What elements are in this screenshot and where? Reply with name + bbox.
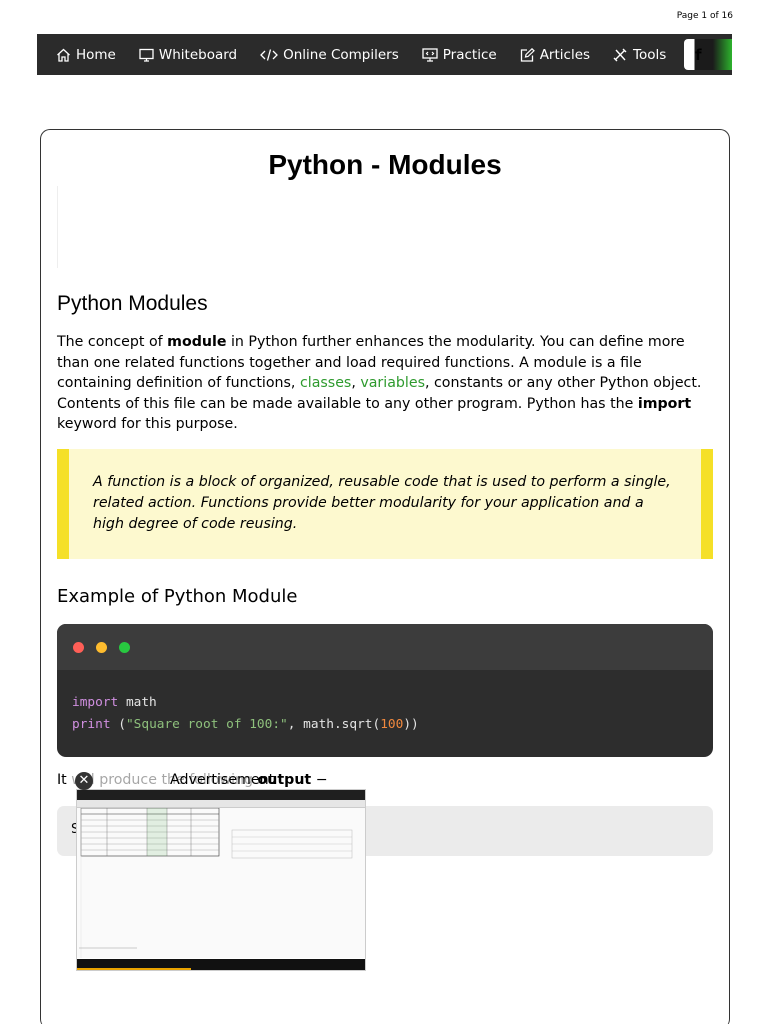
code-text: )) bbox=[403, 716, 419, 732]
section-heading-python-modules: Python Modules bbox=[57, 292, 208, 315]
ad-progress-bar[interactable] bbox=[77, 959, 365, 970]
code-string: "Square root of 100:" bbox=[125, 716, 288, 732]
spreadsheet-preview-image bbox=[77, 807, 365, 958]
output-intro-text: It bbox=[57, 772, 72, 788]
code-text: math bbox=[118, 695, 157, 710]
section-heading-example: Example of Python Module bbox=[57, 586, 298, 607]
ad-progress-fill bbox=[77, 968, 191, 970]
nav-online-compilers[interactable]: Online Compilers bbox=[260, 47, 399, 63]
output-intro: It will produce the following output − A… bbox=[57, 772, 328, 788]
import-term: import bbox=[637, 395, 692, 412]
video-ad-overlay[interactable] bbox=[76, 789, 366, 971]
nav-practice[interactable]: Practice bbox=[422, 47, 497, 63]
para-text: , bbox=[351, 375, 361, 392]
facebook-icon: f bbox=[695, 45, 702, 64]
code-line-1: import math bbox=[72, 692, 698, 714]
close-icon[interactable]: ✕ bbox=[75, 772, 93, 790]
code-content[interactable]: import math print ("Square root of 100:"… bbox=[57, 670, 713, 757]
nav-compilers-label: Online Compilers bbox=[283, 46, 399, 63]
para-text: keyword for this purpose. bbox=[57, 416, 238, 433]
red-dot-icon bbox=[73, 641, 84, 653]
code-number: 100 bbox=[380, 716, 404, 732]
page-number: Page 1 of 16 bbox=[676, 11, 733, 21]
code-block-header bbox=[57, 624, 713, 670]
ad-label: Advertisement bbox=[170, 772, 275, 788]
home-icon bbox=[57, 48, 70, 62]
intro-paragraph: The concept of module in Python further … bbox=[57, 332, 713, 435]
ad-toolbar bbox=[77, 800, 365, 808]
code-line-2: print ("Square root of 100:", math.sqrt(… bbox=[72, 714, 698, 736]
classes-link[interactable]: classes bbox=[300, 375, 351, 391]
function-note-callout: A function is a block of organized, reus… bbox=[57, 449, 713, 559]
nav-whiteboard[interactable]: Whiteboard bbox=[139, 47, 237, 63]
tools-icon bbox=[613, 48, 627, 61]
code-keyword: import bbox=[72, 695, 119, 710]
nav-practice-label: Practice bbox=[442, 46, 497, 63]
yellow-dot-icon bbox=[96, 641, 107, 653]
top-navbar: Home Whiteboard Online Compilers Practic… bbox=[37, 34, 732, 75]
para-text: The concept of bbox=[57, 334, 168, 350]
ad-placeholder bbox=[57, 186, 712, 268]
edit-icon bbox=[520, 47, 535, 62]
nav-tools[interactable]: Tools bbox=[613, 47, 666, 63]
facebook-button[interactable]: f bbox=[684, 39, 732, 70]
output-intro-text: − bbox=[311, 772, 328, 788]
code-text: ( bbox=[110, 716, 126, 732]
whiteboard-icon bbox=[139, 48, 154, 62]
code-block: import math print ("Square root of 100:"… bbox=[57, 624, 713, 757]
variables-link[interactable]: variables bbox=[360, 375, 425, 391]
nav-articles[interactable]: Articles bbox=[520, 47, 590, 63]
nav-tools-label: Tools bbox=[633, 46, 667, 63]
ad-titlebar bbox=[77, 790, 365, 800]
green-dot-icon bbox=[119, 641, 130, 653]
nav-articles-label: Articles bbox=[539, 46, 591, 63]
nav-home[interactable]: Home bbox=[56, 47, 116, 63]
module-term: module bbox=[167, 334, 227, 350]
code-keyword: print bbox=[72, 716, 111, 732]
nav-home-label: Home bbox=[76, 46, 116, 63]
page-title: Python - Modules bbox=[268, 149, 502, 180]
code-icon bbox=[260, 48, 279, 61]
nav-whiteboard-label: Whiteboard bbox=[158, 46, 238, 63]
monitor-code-icon bbox=[422, 47, 438, 62]
code-text: , math.sqrt( bbox=[287, 716, 381, 732]
